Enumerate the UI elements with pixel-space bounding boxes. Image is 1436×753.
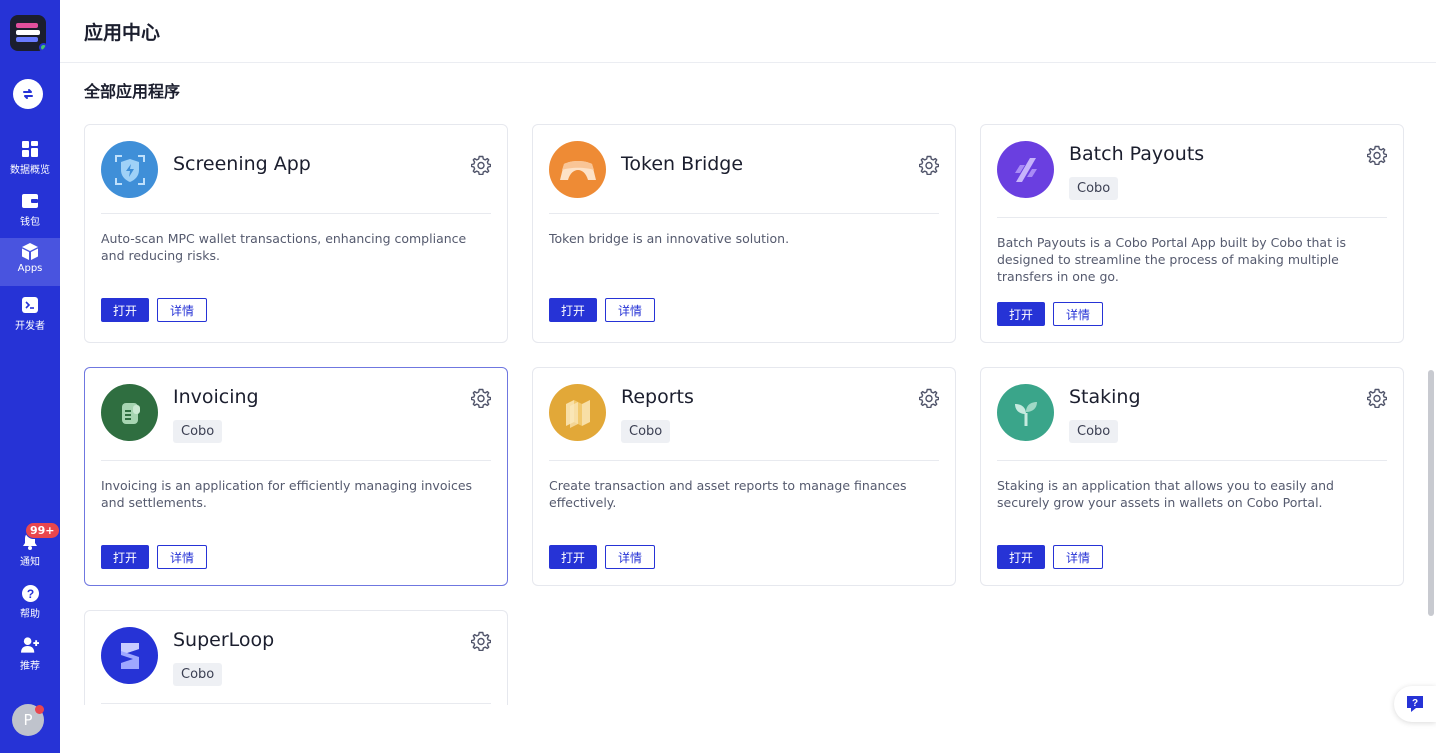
- sidebar-item-apps[interactable]: Apps: [0, 238, 60, 286]
- card-divider: [997, 460, 1387, 461]
- card-divider: [101, 703, 491, 704]
- card-divider: [997, 217, 1387, 218]
- open-button[interactable]: 打开: [549, 545, 597, 569]
- sidebar-item-label: 开发者: [15, 321, 45, 332]
- switch-org-button[interactable]: [13, 79, 43, 109]
- add-user-icon: [21, 636, 39, 654]
- open-button[interactable]: 打开: [997, 302, 1045, 326]
- sidebar-item-help[interactable]: ? 帮助: [0, 580, 60, 628]
- scrollbar-thumb[interactable]: [1428, 370, 1434, 616]
- details-button[interactable]: 详情: [157, 545, 207, 569]
- sidebar-item-dashboard[interactable]: 数据概览: [0, 136, 60, 184]
- gear-icon[interactable]: [919, 155, 939, 175]
- wallet-icon: [21, 192, 39, 210]
- section-title: 全部应用程序: [84, 82, 181, 101]
- sprout-icon: [997, 384, 1054, 441]
- open-button[interactable]: 打开: [549, 298, 597, 322]
- superloop-icon: [101, 627, 158, 684]
- details-button[interactable]: 详情: [605, 298, 655, 322]
- apps-cube-icon: [21, 242, 39, 260]
- app-card[interactable]: Token Bridge Token bridge is an innovati…: [532, 124, 956, 343]
- logo-bar: [16, 30, 40, 35]
- app-description: Staking is an application that allows yo…: [997, 478, 1334, 510]
- reports-icon: [549, 384, 606, 441]
- switch-arrows-icon: [23, 89, 33, 99]
- card-divider: [549, 460, 939, 461]
- details-button[interactable]: 详情: [605, 545, 655, 569]
- page-title: 应用中心: [84, 22, 161, 44]
- publisher-tag: Cobo: [173, 663, 223, 686]
- svg-text:?: ?: [1412, 698, 1418, 709]
- app-name: Reports: [621, 386, 694, 408]
- app-card[interactable]: SuperLoop Cobo: [84, 610, 508, 705]
- avatar-status-dot: [35, 705, 44, 714]
- app-card[interactable]: Invoicing Cobo Invoicing is an applicati…: [84, 367, 508, 586]
- publisher-tag: Cobo: [1069, 177, 1119, 200]
- sidebar-item-label: 帮助: [20, 609, 40, 620]
- gear-icon[interactable]: [1367, 145, 1387, 165]
- notification-badge: 99+: [25, 522, 60, 539]
- app-description: Auto-scan MPC wallet transactions, enhan…: [101, 231, 467, 263]
- shield-scan-icon: [101, 141, 158, 198]
- sidebar-item-referral[interactable]: 推荐: [0, 632, 60, 680]
- details-button[interactable]: 详情: [1053, 545, 1103, 569]
- app-name: Token Bridge: [621, 153, 744, 175]
- sidebar: 数据概览 钱包 Apps 开发者 通知 99+ ? 帮助 推荐 P: [0, 0, 60, 753]
- cobo-logo[interactable]: [10, 15, 46, 51]
- details-button[interactable]: 详情: [1053, 302, 1103, 326]
- online-status-dot: [39, 43, 46, 51]
- gear-icon[interactable]: [471, 631, 491, 651]
- app-name: Staking: [1069, 386, 1141, 408]
- publisher-tag: Cobo: [621, 420, 671, 443]
- details-button[interactable]: 详情: [157, 298, 207, 322]
- batch-payouts-icon: [997, 141, 1054, 198]
- gear-icon[interactable]: [919, 388, 939, 408]
- app-card[interactable]: Reports Cobo Create transaction and asse…: [532, 367, 956, 586]
- sidebar-item-label: 钱包: [20, 217, 40, 228]
- chat-question-icon: ?: [1407, 696, 1423, 712]
- gear-icon[interactable]: [471, 388, 491, 408]
- card-divider: [101, 460, 491, 461]
- app-description: Invoicing is an application for efficien…: [101, 478, 473, 510]
- gear-icon[interactable]: [471, 155, 491, 175]
- logo-bar: [16, 37, 38, 42]
- invoice-icon: [101, 384, 158, 441]
- page-header: 应用中心: [60, 0, 1436, 63]
- bridge-icon: [549, 141, 606, 198]
- app-description: Token bridge is an innovative solution.: [549, 231, 790, 246]
- app-name: SuperLoop: [173, 629, 275, 651]
- gear-icon[interactable]: [1367, 388, 1387, 408]
- open-button[interactable]: 打开: [997, 545, 1045, 569]
- publisher-tag: Cobo: [1069, 420, 1119, 443]
- publisher-tag: Cobo: [173, 420, 223, 443]
- sidebar-item-developer[interactable]: 开发者: [0, 292, 60, 340]
- sidebar-item-label: 推荐: [20, 661, 40, 672]
- app-name: Invoicing: [173, 386, 259, 408]
- sidebar-item-wallet[interactable]: 钱包: [0, 188, 60, 236]
- app-description: Create transaction and asset reports to …: [549, 478, 907, 510]
- sidebar-item-label: 通知: [20, 557, 40, 568]
- card-divider: [101, 213, 491, 214]
- app-description: Batch Payouts is a Cobo Portal App built…: [997, 235, 1346, 284]
- logo-bar: [16, 23, 38, 28]
- dashboard-icon: [21, 140, 39, 158]
- svg-text:?: ?: [26, 587, 33, 601]
- sidebar-item-label: 数据概览: [10, 165, 50, 176]
- support-chat-button[interactable]: ?: [1394, 686, 1436, 722]
- help-circle-icon: ?: [21, 584, 39, 602]
- card-divider: [549, 213, 939, 214]
- app-name: Screening App: [173, 153, 311, 175]
- app-card[interactable]: Screening App Auto-scan MPC wallet trans…: [84, 124, 508, 343]
- app-card[interactable]: Staking Cobo Staking is an application t…: [980, 367, 1404, 586]
- open-button[interactable]: 打开: [101, 298, 149, 322]
- app-name: Batch Payouts: [1069, 143, 1205, 165]
- sidebar-item-label: Apps: [17, 263, 43, 274]
- open-button[interactable]: 打开: [101, 545, 149, 569]
- terminal-icon: [21, 296, 39, 314]
- app-card[interactable]: Batch Payouts Cobo Batch Payouts is a Co…: [980, 124, 1404, 343]
